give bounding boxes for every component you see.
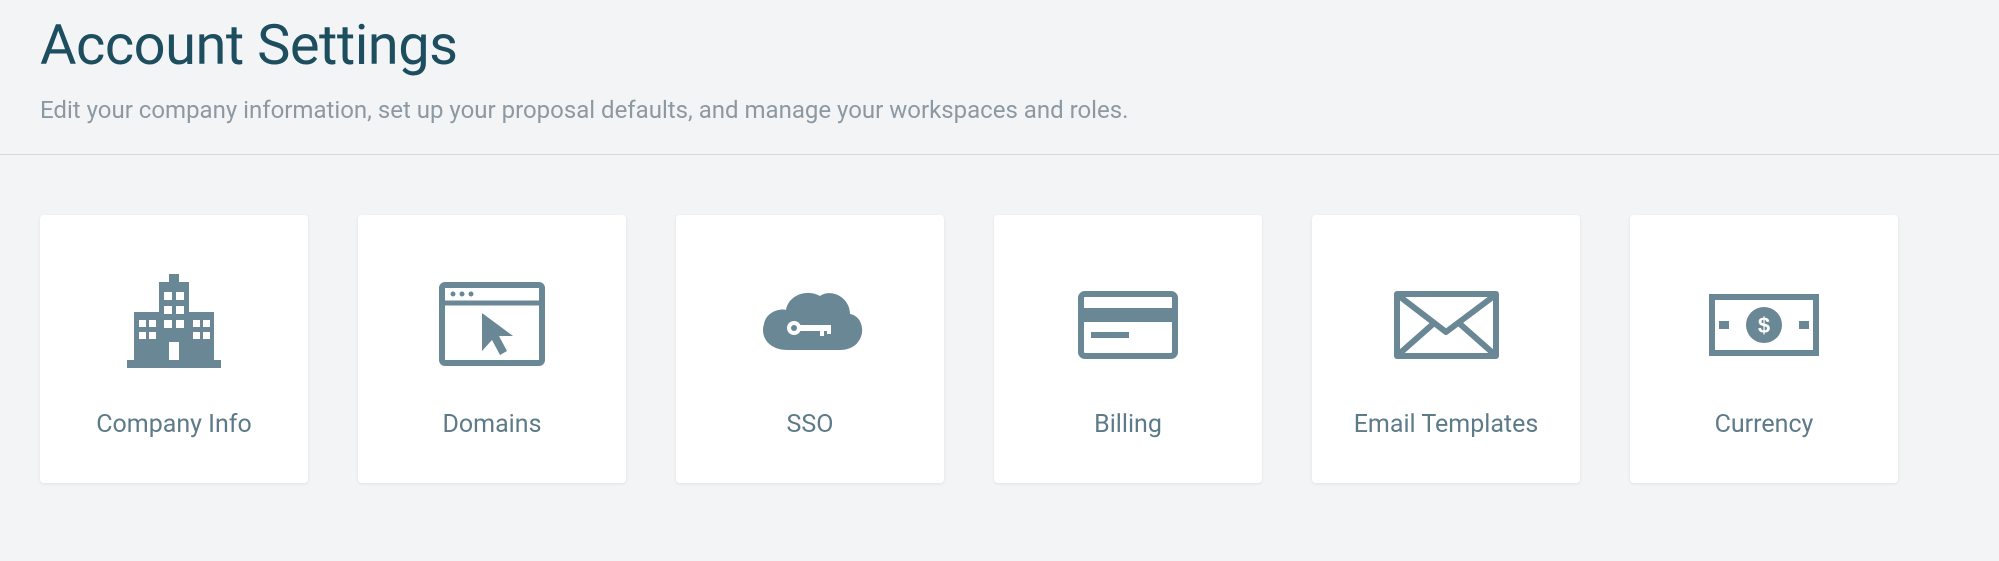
settings-header: Account Settings Edit your company infor… (0, 0, 1999, 155)
credit-card-icon (1073, 260, 1183, 390)
page-subtitle: Edit your company information, set up yo… (40, 96, 1959, 124)
envelope-icon (1389, 260, 1504, 390)
card-label: SSO (787, 410, 834, 439)
card-email-templates[interactable]: Email Templates (1312, 215, 1580, 483)
card-label: Domains (443, 410, 542, 439)
card-company-info[interactable]: Company Info (40, 215, 308, 483)
card-currency[interactable]: $ Currency (1630, 215, 1898, 483)
card-label: Email Templates (1354, 410, 1539, 439)
svg-text:$: $ (1758, 313, 1770, 338)
card-label: Company Info (96, 410, 251, 439)
card-sso[interactable]: SSO (676, 215, 944, 483)
card-label: Billing (1094, 410, 1162, 439)
money-bill-icon: $ (1704, 260, 1824, 390)
card-billing[interactable]: Billing (994, 215, 1262, 483)
card-domains[interactable]: Domains (358, 215, 626, 483)
building-icon (119, 260, 229, 390)
cloud-key-icon (750, 260, 870, 390)
browser-pointer-icon (437, 260, 547, 390)
settings-cards-row: Company Info Domains (0, 155, 1999, 483)
card-label: Currency (1715, 410, 1814, 439)
page-title: Account Settings (40, 12, 1959, 78)
